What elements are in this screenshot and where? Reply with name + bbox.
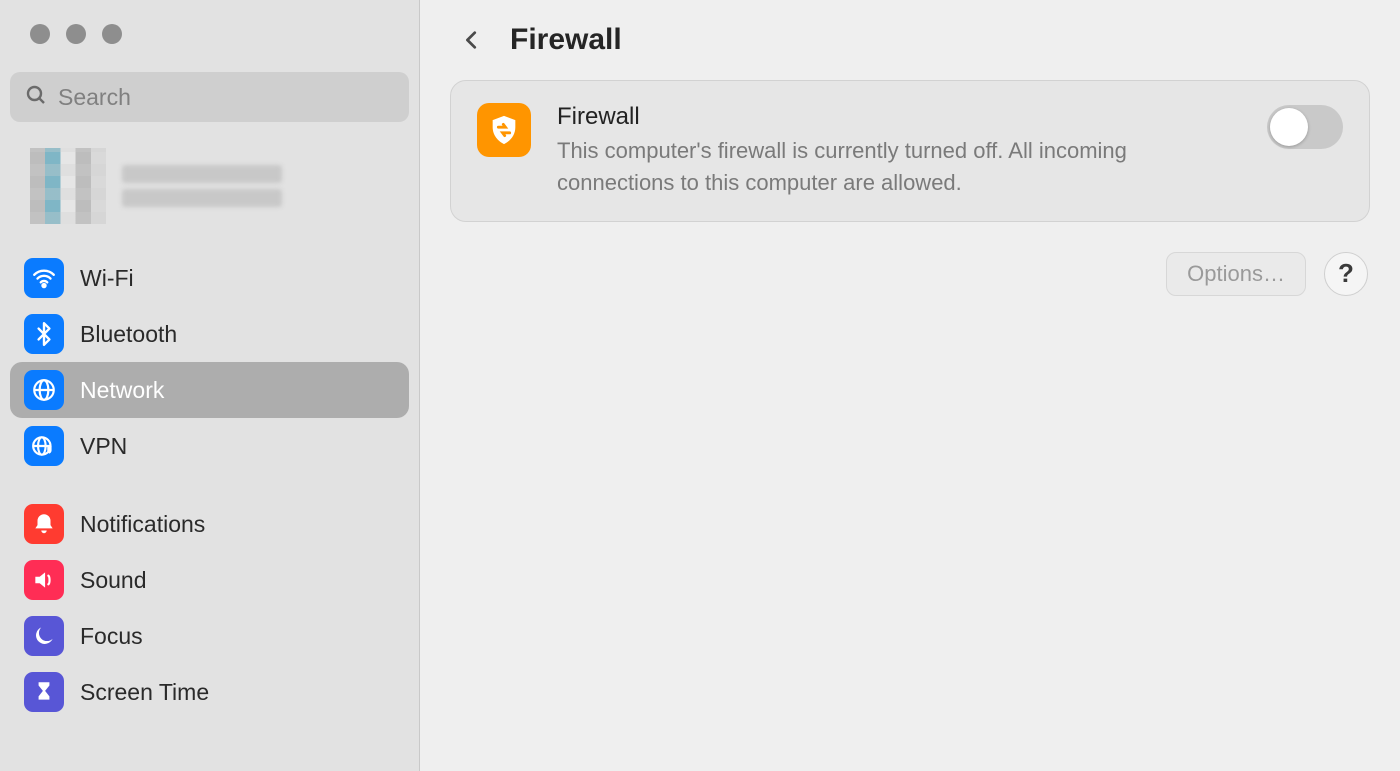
toggle-knob xyxy=(1270,108,1308,146)
firewall-toggle[interactable] xyxy=(1267,105,1343,149)
wifi-icon xyxy=(24,258,64,298)
sidebar-item-notifications[interactable]: Notifications xyxy=(10,496,409,552)
main-header: Firewall xyxy=(450,22,1370,58)
sidebar-item-label: Focus xyxy=(80,623,143,650)
speaker-icon xyxy=(24,560,64,600)
sidebar-item-wifi[interactable]: Wi-Fi xyxy=(10,250,409,306)
firewall-shield-icon xyxy=(477,103,531,157)
sidebar-item-network[interactable]: Network xyxy=(10,362,409,418)
sidebar-item-label: Wi-Fi xyxy=(80,265,134,292)
search-icon xyxy=(24,83,48,112)
hourglass-icon xyxy=(24,672,64,712)
search-field[interactable] xyxy=(10,72,409,122)
sidebar-list: Wi-Fi Bluetooth Network xyxy=(0,244,419,726)
sidebar-item-label: Network xyxy=(80,377,164,404)
sidebar-item-bluetooth[interactable]: Bluetooth xyxy=(10,306,409,362)
moon-icon xyxy=(24,616,64,656)
firewall-card: Firewall This computer's firewall is cur… xyxy=(450,80,1370,222)
zoom-window-button[interactable] xyxy=(102,24,122,44)
bell-icon xyxy=(24,504,64,544)
window-controls xyxy=(0,24,419,44)
search-input[interactable] xyxy=(58,84,395,111)
sidebar-item-label: Sound xyxy=(80,567,147,594)
sidebar-item-label: Notifications xyxy=(80,511,205,538)
sidebar: Wi-Fi Bluetooth Network xyxy=(0,0,420,771)
account-name xyxy=(122,159,282,213)
main-pane: Firewall Firewall This computer's firewa… xyxy=(420,0,1400,771)
minimize-window-button[interactable] xyxy=(66,24,86,44)
options-button[interactable]: Options… xyxy=(1166,252,1306,296)
help-button[interactable]: ? xyxy=(1324,252,1368,296)
vpn-icon xyxy=(24,426,64,466)
actions-row: Options… ? xyxy=(450,252,1370,296)
avatar xyxy=(30,148,106,224)
sidebar-item-label: Bluetooth xyxy=(80,321,177,348)
sidebar-item-vpn[interactable]: VPN xyxy=(10,418,409,474)
help-button-label: ? xyxy=(1338,258,1354,289)
firewall-card-title: Firewall xyxy=(557,103,1241,131)
sidebar-item-focus[interactable]: Focus xyxy=(10,608,409,664)
back-button[interactable] xyxy=(458,22,486,58)
options-button-label: Options… xyxy=(1187,261,1285,287)
chevron-left-icon xyxy=(461,25,483,55)
close-window-button[interactable] xyxy=(30,24,50,44)
globe-icon xyxy=(24,370,64,410)
sidebar-item-screentime[interactable]: Screen Time xyxy=(10,664,409,720)
sidebar-item-label: Screen Time xyxy=(80,679,209,706)
firewall-card-description: This computer's firewall is currently tu… xyxy=(557,135,1241,199)
sidebar-item-label: VPN xyxy=(80,433,127,460)
account-row[interactable] xyxy=(0,140,419,244)
page-title: Firewall xyxy=(510,23,622,57)
bluetooth-icon xyxy=(24,314,64,354)
sidebar-item-sound[interactable]: Sound xyxy=(10,552,409,608)
